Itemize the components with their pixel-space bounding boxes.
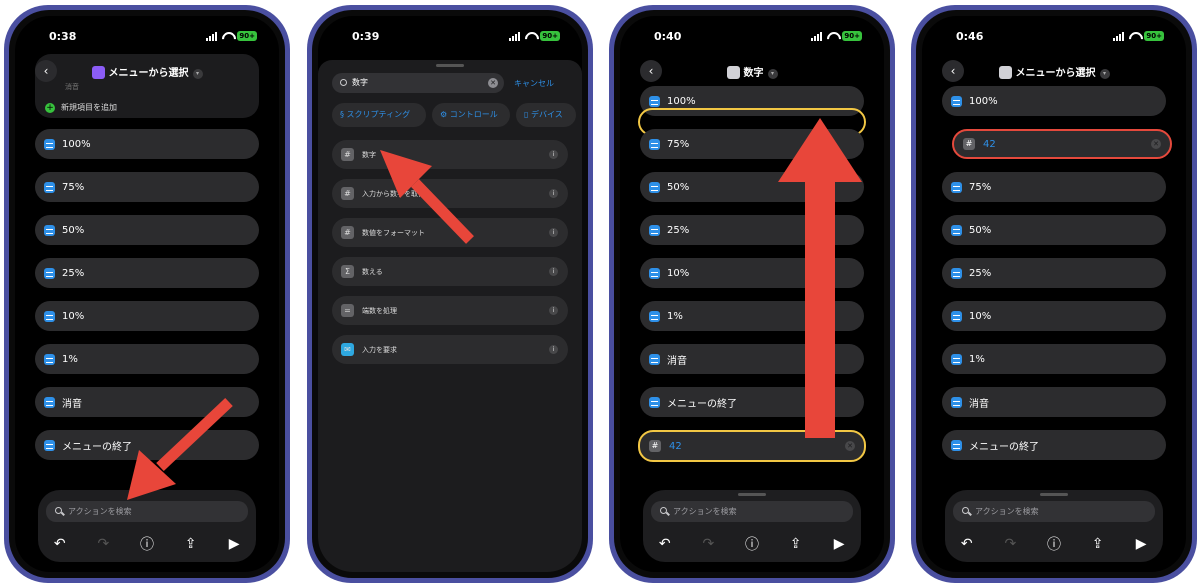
annotation-arrow-up — [778, 118, 862, 438]
annotation-arrow-up-left — [380, 150, 474, 244]
screenshot-collage: 0:38 90+ ‹ メニューから選択 ▾ 消音 + 新規項目を追加 100% 7… — [0, 0, 1200, 588]
annotation-arrows — [127, 118, 862, 500]
annotation-arrow-down-left — [127, 397, 233, 500]
